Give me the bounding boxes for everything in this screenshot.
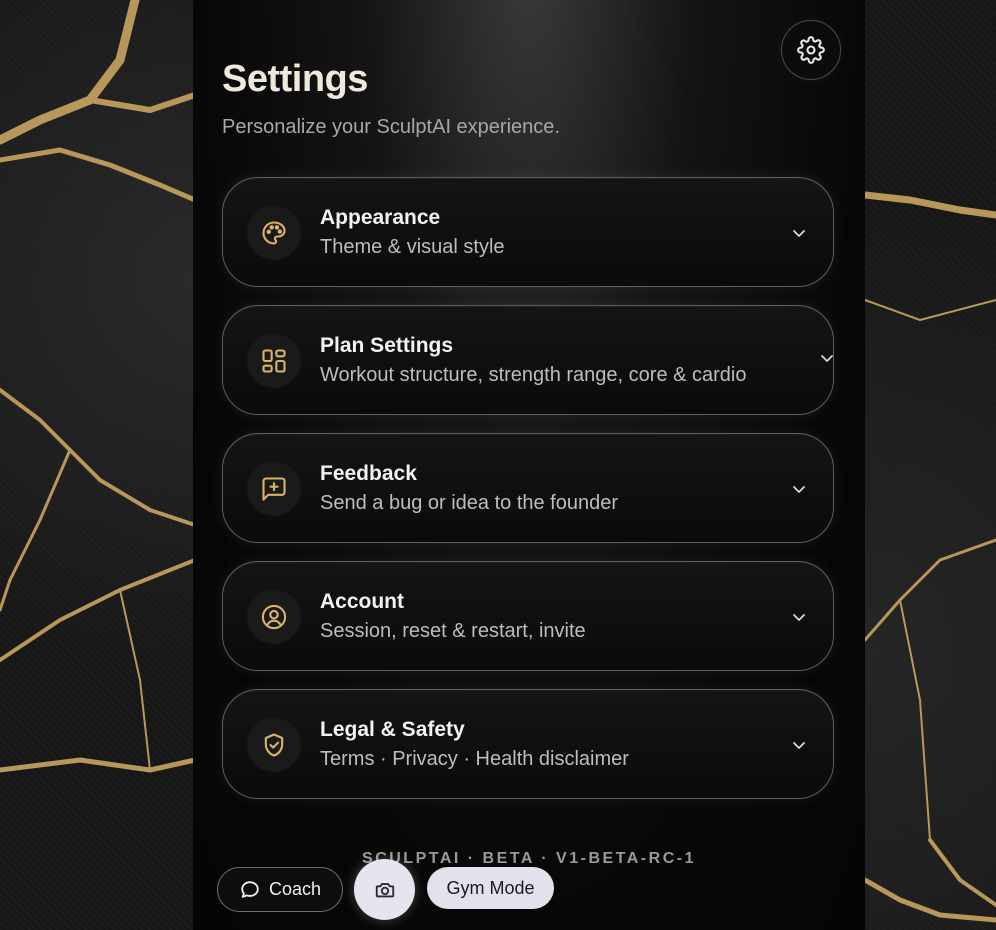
section-title: Plan Settings <box>320 334 454 357</box>
chevron-down-icon[interactable] <box>791 481 807 497</box>
camera-button[interactable] <box>354 859 415 920</box>
section-appearance[interactable]: Appearance Theme & visual style <box>222 177 834 287</box>
chevron-down-icon[interactable] <box>791 609 807 625</box>
section-title: Appearance <box>320 206 441 229</box>
section-description: Session, reset & restart, invite <box>320 620 586 642</box>
section-plan-settings[interactable]: Plan Settings Workout structure, strengt… <box>222 305 834 415</box>
gym-mode-button[interactable]: Gym Mode <box>427 867 554 909</box>
layout-grid-icon <box>262 349 286 373</box>
gear-icon <box>797 36 825 64</box>
settings-gear-button[interactable] <box>781 20 841 80</box>
section-icon-container <box>247 590 301 644</box>
chat-bubble-icon <box>241 880 259 898</box>
section-account[interactable]: Account Session, reset & restart, invite <box>222 561 834 671</box>
section-legal-safety[interactable]: Legal & Safety Terms · Privacy · Health … <box>222 689 834 799</box>
section-feedback[interactable]: Feedback Send a bug or idea to the found… <box>222 433 834 543</box>
page-subtitle: Personalize your SculptAI experience. <box>222 116 560 138</box>
chevron-down-icon[interactable] <box>791 225 807 241</box>
section-description: Theme & visual style <box>320 236 505 258</box>
section-title: Account <box>320 590 404 613</box>
settings-panel: Settings Personalize your SculptAI exper… <box>193 0 865 930</box>
section-icon-container <box>247 334 301 388</box>
section-description: Send a bug or idea to the founder <box>320 492 619 514</box>
chevron-down-icon[interactable] <box>819 350 835 366</box>
version-label: SCULPTAI · BETA · V1-BETA-RC-1 <box>362 850 696 867</box>
section-icon-container <box>247 462 301 516</box>
coach-button[interactable]: Coach <box>217 867 343 912</box>
user-circle-icon <box>261 604 287 630</box>
section-title: Feedback <box>320 462 417 485</box>
section-icon-container <box>247 206 301 260</box>
coach-button-label: Coach <box>268 879 322 899</box>
settings-sections: Appearance Theme & visual style Plan Set… <box>222 177 836 817</box>
app-background: Settings Personalize your SculptAI exper… <box>0 0 996 930</box>
section-title: Legal & Safety <box>320 718 465 741</box>
section-description: Terms · Privacy · Health disclaimer <box>320 748 629 770</box>
palette-icon <box>262 221 286 245</box>
chevron-down-icon[interactable] <box>791 737 807 753</box>
section-icon-container <box>247 718 301 772</box>
message-plus-icon <box>262 477 286 501</box>
camera-icon <box>375 882 394 897</box>
page-title: Settings <box>222 58 368 100</box>
shield-check-icon <box>264 733 284 757</box>
section-description: Workout structure, strength range, core … <box>320 364 747 386</box>
